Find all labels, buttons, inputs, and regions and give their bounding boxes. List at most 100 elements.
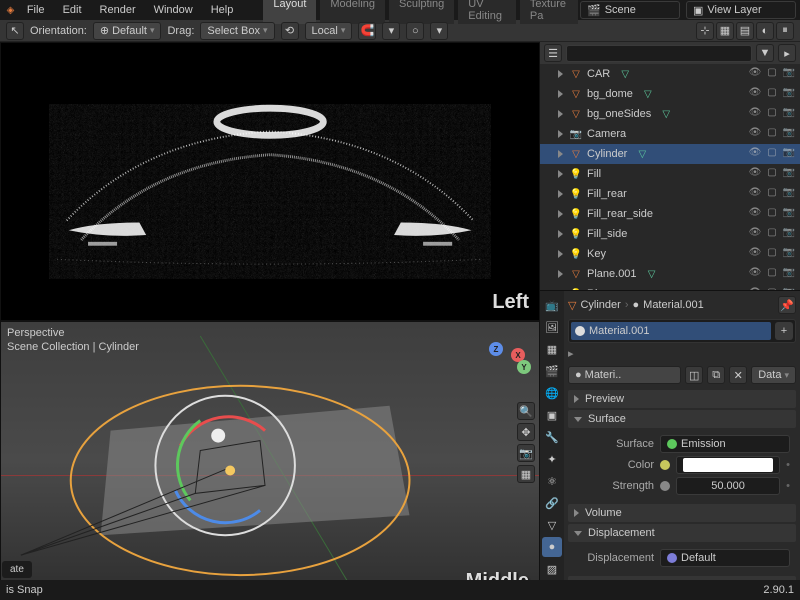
- render-hide-icon[interactable]: 📷: [782, 267, 796, 281]
- material-slot[interactable]: Material.001: [571, 322, 771, 340]
- menu-render[interactable]: Render: [92, 2, 144, 18]
- copy-material-icon[interactable]: ⧉: [707, 366, 725, 384]
- cursor-tool-icon[interactable]: ↖: [6, 22, 24, 40]
- tab-particle-icon[interactable]: ✦: [542, 449, 562, 469]
- viewport-3d-scene[interactable]: Perspective Scene Collection | Cylinder …: [1, 322, 539, 599]
- zoom-icon[interactable]: 🔍: [517, 402, 535, 420]
- tab-output-icon[interactable]: 🖼: [542, 317, 562, 337]
- nav-gizmo[interactable]: X Y Z: [479, 342, 529, 392]
- surface-shader-dropdown[interactable]: Emission: [660, 435, 790, 453]
- viewport-hide-icon[interactable]: ▢: [765, 127, 779, 141]
- tab-constraint-icon[interactable]: 🔗: [542, 493, 562, 513]
- panel-preview[interactable]: Preview: [568, 390, 796, 408]
- outliner-item[interactable]: 💡Key👁▢📷: [540, 244, 800, 264]
- outliner-item[interactable]: ▽bg_oneSides▽👁▢📷: [540, 104, 800, 124]
- render-hide-icon[interactable]: 📷: [782, 67, 796, 81]
- visibility-icon[interactable]: 👁: [748, 167, 762, 181]
- link-type-dropdown[interactable]: Data ▾: [751, 366, 796, 384]
- disclosure-icon[interactable]: [558, 250, 563, 258]
- viewport-hide-icon[interactable]: ▢: [765, 67, 779, 81]
- visibility-icon[interactable]: 👁: [748, 227, 762, 241]
- tab-viewlayer-icon[interactable]: ▦: [542, 339, 562, 359]
- tab-material-icon[interactable]: ●: [542, 537, 562, 557]
- panel-surface[interactable]: Surface: [568, 410, 796, 428]
- viewport-bottom[interactable]: ◧ Object Mode ▾ View Select Add Object ⟲…: [0, 321, 540, 600]
- proportional-falloff-icon[interactable]: ▾: [430, 22, 448, 40]
- proportional-icon[interactable]: ○: [406, 22, 424, 40]
- visibility-icon[interactable]: 👁: [748, 87, 762, 101]
- axis-y-icon[interactable]: Y: [517, 360, 531, 374]
- menu-window[interactable]: Window: [146, 2, 201, 18]
- disclosure-icon[interactable]: [558, 210, 563, 218]
- material-slot-list[interactable]: Material.001 +: [568, 319, 796, 343]
- visibility-icon[interactable]: 👁: [748, 207, 762, 221]
- visibility-icon[interactable]: 👁: [748, 67, 762, 81]
- tab-physics-icon[interactable]: ⚛: [542, 471, 562, 491]
- render-hide-icon[interactable]: 📷: [782, 167, 796, 181]
- perspective-toggle-icon[interactable]: ▦: [517, 465, 535, 483]
- visibility-icon[interactable]: 👁: [748, 247, 762, 261]
- disclosure-icon[interactable]: [558, 170, 563, 178]
- viewport-top[interactable]: Left: [0, 42, 540, 321]
- outliner-item[interactable]: 📷Camera👁▢📷: [540, 124, 800, 144]
- material-browse-dropdown[interactable]: ● Materi..: [568, 366, 681, 384]
- unlink-icon[interactable]: ✕: [729, 366, 747, 384]
- link-dot-icon[interactable]: •: [786, 480, 790, 492]
- new-collection-icon[interactable]: ▸: [778, 44, 796, 62]
- outliner-item[interactable]: ▽Cylinder▽👁▢📷: [540, 144, 800, 164]
- gizmo-toggle-icon[interactable]: ⊹: [696, 22, 714, 40]
- viewport-hide-icon[interactable]: ▢: [765, 267, 779, 281]
- transform-space-dropdown[interactable]: Local ▾: [305, 22, 353, 40]
- disclosure-icon[interactable]: [558, 150, 563, 158]
- axis-z-icon[interactable]: Z: [489, 342, 503, 356]
- render-hide-icon[interactable]: 📷: [782, 227, 796, 241]
- outliner-item[interactable]: 💡Fill_rear_side👁▢📷: [540, 204, 800, 224]
- tab-sculpting[interactable]: Sculpting: [389, 0, 454, 24]
- tab-texture-icon[interactable]: ▨: [542, 559, 562, 579]
- tab-layout[interactable]: Layout: [263, 0, 316, 24]
- drag-dropdown[interactable]: Select Box ▾: [200, 22, 274, 40]
- pin-icon[interactable]: 📌: [778, 296, 796, 314]
- viewport-hide-icon[interactable]: ▢: [765, 247, 779, 261]
- tab-modeling[interactable]: Modeling: [320, 0, 385, 24]
- displacement-dropdown[interactable]: Default: [660, 549, 790, 567]
- render-hide-icon[interactable]: 📷: [782, 187, 796, 201]
- render-hide-icon[interactable]: 📷: [782, 127, 796, 141]
- viewport-hide-icon[interactable]: ▢: [765, 147, 779, 161]
- visibility-icon[interactable]: 👁: [748, 187, 762, 201]
- pause-icon[interactable]: ⏸: [776, 22, 794, 40]
- camera-view-icon[interactable]: 📷: [517, 444, 535, 462]
- tab-world-icon[interactable]: 🌐: [542, 383, 562, 403]
- outliner-item[interactable]: 💡Fill_side👁▢📷: [540, 224, 800, 244]
- viewport-hide-icon[interactable]: ▢: [765, 207, 779, 221]
- link-dot-icon[interactable]: •: [786, 459, 790, 471]
- tab-uv-editing[interactable]: UV Editing: [458, 0, 516, 24]
- scene-field[interactable]: 🎬 Scene: [580, 1, 680, 19]
- color-field[interactable]: [676, 456, 780, 474]
- new-material-icon[interactable]: ◫: [685, 366, 703, 384]
- outliner-item[interactable]: ▽CAR▽👁▢📷: [540, 64, 800, 84]
- outliner-item[interactable]: 💡Fill_rear👁▢📷: [540, 184, 800, 204]
- tab-texture-paint[interactable]: Texture Pa: [520, 0, 578, 24]
- snap-icon[interactable]: 🧲: [358, 22, 376, 40]
- panel-volume[interactable]: Volume: [568, 504, 796, 522]
- visibility-icon[interactable]: 👁: [748, 107, 762, 121]
- move-view-icon[interactable]: ✥: [517, 423, 535, 441]
- overlay3-icon[interactable]: ◐: [756, 22, 774, 40]
- visibility-icon[interactable]: 👁: [748, 147, 762, 161]
- add-slot-button[interactable]: +: [775, 322, 793, 340]
- menu-help[interactable]: Help: [203, 2, 242, 18]
- tab-modifier-icon[interactable]: 🔧: [542, 427, 562, 447]
- tab-data-icon[interactable]: ▽: [542, 515, 562, 535]
- orientation-dropdown[interactable]: ⊕ Default ▾: [93, 22, 162, 40]
- tab-object-icon[interactable]: ▣: [542, 405, 562, 425]
- snap-options-icon[interactable]: ▾: [382, 22, 400, 40]
- overlay2-icon[interactable]: ▤: [736, 22, 754, 40]
- visibility-icon[interactable]: 👁: [748, 127, 762, 141]
- menu-edit[interactable]: Edit: [55, 2, 90, 18]
- viewport-hide-icon[interactable]: ▢: [765, 167, 779, 181]
- viewport-hide-icon[interactable]: ▢: [765, 187, 779, 201]
- strength-field[interactable]: 50.000: [676, 477, 780, 495]
- outliner-mode-icon[interactable]: ☰: [544, 44, 562, 62]
- outliner-item[interactable]: ▽Plane.001▽👁▢📷: [540, 264, 800, 284]
